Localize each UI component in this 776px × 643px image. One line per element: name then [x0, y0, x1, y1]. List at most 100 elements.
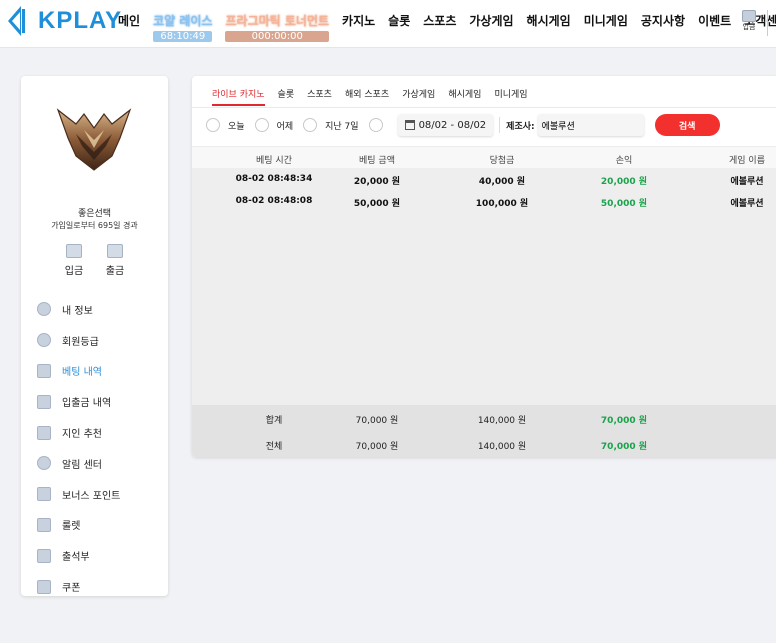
cell-bet-time: 08-02 08:48:34 [235, 174, 313, 184]
header-deposit-button[interactable]: 입금 [739, 10, 759, 32]
sidebar-item-label: 출석부 [62, 552, 90, 564]
sidebar-withdraw-label: 출금 [105, 266, 125, 277]
cell-game-name: 에볼루션 [730, 177, 764, 187]
nav-virtual[interactable]: 가상게임 [469, 12, 513, 42]
nav-slot[interactable]: 슬롯 [388, 12, 410, 42]
nav-sports[interactable]: 스포츠 [423, 12, 456, 42]
filter-label: 오늘 [228, 121, 245, 132]
sidebar-item-label: 보너스 포인트 [62, 490, 121, 502]
col-game-name: 게임 이름 [729, 156, 765, 166]
nav-hash[interactable]: 해시게임 [527, 12, 571, 42]
filter-last-7-days[interactable]: 지난 7일 [303, 118, 359, 132]
header-deposit-label: 입금 [742, 23, 756, 31]
nav-race[interactable]: 코얄 레이스 68:10:49 [153, 12, 213, 42]
sidebar-item-label: 내 정보 [62, 305, 93, 317]
header-divider [767, 10, 768, 36]
sidebar-item-label: 베팅 내역 [62, 367, 102, 379]
tab-hash[interactable]: 해시게임 [448, 84, 481, 106]
date-range-value: 08/02 - 08/02 [418, 119, 487, 131]
tab-sports[interactable]: 스포츠 [307, 84, 332, 106]
history-icon [37, 363, 51, 378]
tab-slot[interactable]: 슬롯 [278, 84, 295, 106]
roulette-icon [37, 517, 51, 532]
sidebar-item-label: 입출금 내역 [62, 398, 112, 410]
table-row[interactable]: 08-02 08:48:08 50,000 원 100,000 원 50,000… [192, 190, 776, 212]
tab-overseas-sports[interactable]: 해외 스포츠 [345, 84, 389, 106]
coupon-icon [37, 579, 51, 594]
sidebar-item-roulette[interactable]: 룰렛 [37, 510, 162, 541]
tabs-divider [192, 107, 776, 108]
nav-casino[interactable]: 카지노 [342, 12, 375, 42]
sidebar-deposit-button[interactable]: 입금 [59, 244, 89, 277]
account-sidebar: 좋은선택 가입일로부터 695일 경과 입금 출금 내 정보 회원등급 베팅 내… [21, 76, 168, 596]
chat-icon [37, 456, 51, 471]
table-footer: 합계 70,000 원 140,000 원 70,000 원 전체 70,000… [192, 405, 776, 457]
radio-circle[interactable] [303, 118, 318, 132]
subtotal-row: 합계 70,000 원 140,000 원 70,000 원 [192, 405, 776, 431]
search-button[interactable]: 검색 [654, 114, 720, 136]
nav-mini[interactable]: 미니게임 [584, 12, 628, 42]
radio-circle[interactable] [368, 118, 383, 132]
deposit-icon [66, 244, 82, 258]
nav-event[interactable]: 이벤트 [698, 12, 731, 42]
sidebar-item-bonus-points[interactable]: 보너스 포인트 [37, 479, 162, 510]
wallet-icon [742, 10, 756, 22]
brand-name: KPLAY [38, 7, 123, 34]
points-icon [37, 487, 51, 502]
sidebar-item-attendance[interactable]: 출석부 [37, 540, 162, 571]
logo-mark-icon [8, 6, 34, 36]
subtotal-profit: 70,000 원 [600, 416, 648, 426]
table-row[interactable]: 08-02 08:48:34 20,000 원 40,000 원 20,000 … [192, 168, 776, 190]
filter-today[interactable]: 오늘 [206, 118, 245, 132]
cell-bet-amount: 50,000 원 [353, 199, 401, 209]
sidebar-item-member-level[interactable]: 회원등급 [37, 325, 162, 356]
filter-label: 지난 7일 [325, 121, 359, 132]
sidebar-item-label: 쿠폰 [62, 583, 81, 595]
filter-bar: 오늘 어제 지난 7일 08/02 - 08/02 제조사: 검색 [206, 112, 720, 138]
tab-live-casino[interactable]: 라이브 카지노 [212, 84, 265, 106]
filter-yesterday[interactable]: 어제 [254, 118, 293, 132]
radio-circle[interactable] [254, 118, 269, 132]
cell-bet-time: 08-02 08:48:08 [235, 196, 313, 206]
nav-main[interactable]: 메인 [118, 12, 140, 42]
nav-notice[interactable]: 공지사항 [641, 12, 685, 42]
sidebar-item-betting-history[interactable]: 베팅 내역 [37, 356, 162, 387]
badge-icon [37, 333, 51, 348]
cell-profit: 20,000 원 [600, 177, 648, 187]
race-timer: 68:10:49 [153, 31, 213, 42]
total-profit: 70,000 원 [600, 442, 648, 452]
sidebar-item-label: 지인 추천 [62, 429, 102, 441]
cell-profit: 50,000 원 [600, 199, 648, 209]
subtotal-winnings: 140,000 원 [477, 416, 527, 426]
withdraw-icon [107, 244, 123, 258]
radio-circle[interactable] [206, 118, 220, 132]
filter-custom[interactable] [368, 118, 391, 132]
tab-virtual[interactable]: 가상게임 [402, 84, 435, 106]
wallet-icon [37, 394, 51, 409]
cell-bet-amount: 20,000 원 [353, 177, 401, 187]
calendar-icon [37, 548, 51, 563]
sidebar-item-label: 알림 센터 [62, 459, 102, 471]
game-category-tabs: 라이브 카지노 슬롯 스포츠 해외 스포츠 가상게임 해시게임 미니게임 [212, 84, 541, 106]
user-name: 좋은선택 [77, 209, 112, 219]
cell-game-name: 에볼루션 [730, 199, 764, 209]
cell-winnings: 40,000 원 [478, 177, 526, 187]
date-range-picker[interactable]: 08/02 - 08/02 [397, 114, 494, 136]
total-bet-amount: 70,000 원 [355, 442, 399, 452]
sidebar-item-transactions[interactable]: 입출금 내역 [37, 386, 162, 417]
race-label: 코얄 레이스 [153, 14, 213, 28]
maker-select[interactable] [537, 114, 644, 136]
sidebar-item-coupon[interactable]: 쿠폰 [37, 571, 162, 602]
sidebar-item-my-info[interactable]: 내 정보 [37, 294, 162, 325]
total-row: 전체 70,000 원 140,000 원 70,000 원 [192, 431, 776, 457]
brand-logo[interactable]: KPLAY [8, 6, 122, 36]
sidebar-withdraw-button[interactable]: 출금 [100, 244, 130, 277]
sidebar-item-referral[interactable]: 지인 추천 [37, 417, 162, 448]
sidebar-item-notifications[interactable]: 알림 센터 [37, 448, 162, 479]
nav-tournament[interactable]: 프라그마틱 토너먼트 000:00:00 [225, 12, 330, 42]
sidebar-menu: 내 정보 회원등급 베팅 내역 입출금 내역 지인 추천 알림 센터 보너스 포… [37, 294, 162, 602]
sidebar-deposit-label: 입금 [64, 266, 84, 277]
table-header: 베팅 시간 베팅 금액 당첨금 손익 게임 이름 [192, 146, 776, 168]
heart-icon [37, 425, 51, 440]
tab-mini[interactable]: 미니게임 [494, 84, 527, 106]
